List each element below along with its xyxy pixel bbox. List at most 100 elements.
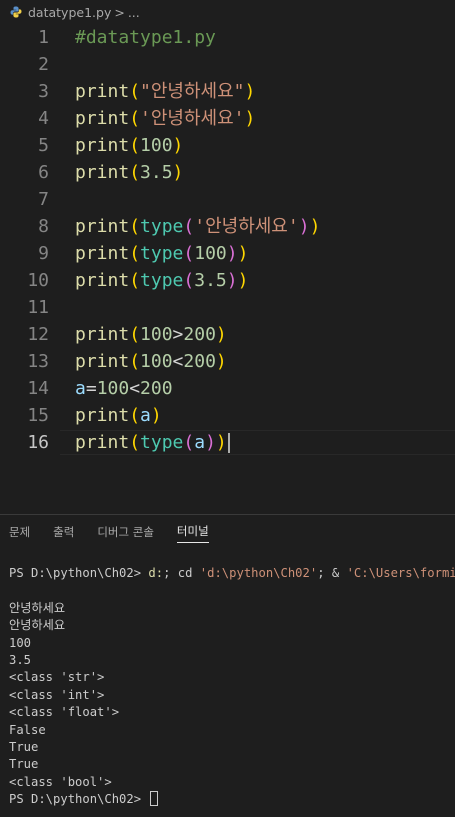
- terminal-command-path-2: 'C:\Users\formi\AppData: [346, 566, 455, 580]
- terminal-output-line: 안녕하세요: [9, 618, 66, 633]
- code-token: print: [75, 270, 130, 291]
- code-token: (: [129, 324, 141, 345]
- terminal-prompt: PS D:\python\Ch02>: [9, 566, 149, 580]
- code-token: type: [140, 243, 184, 264]
- code-token: ): [226, 270, 238, 291]
- terminal-output-line: <class 'int'>: [9, 687, 105, 702]
- terminal-final-prompt: PS D:\python\Ch02>: [9, 792, 149, 807]
- terminal-cursor: [150, 791, 159, 807]
- terminal-output-line: <class 'float'>: [9, 705, 120, 720]
- breadcrumb: datatype1.py > ...: [0, 0, 455, 24]
- code-token: 100: [140, 135, 173, 156]
- code-text: print("안녕하세요"): [75, 78, 255, 105]
- panel-tab-2[interactable]: 디버그 콘솔: [97, 524, 154, 543]
- code-line[interactable]: 10 print(type(3.5)): [0, 267, 455, 294]
- line-number: 5: [38, 135, 49, 156]
- code-token: (: [129, 270, 141, 291]
- code-token: ): [244, 108, 256, 129]
- code-line[interactable]: 3 print("안녕하세요"): [0, 78, 455, 105]
- code-token: (: [129, 81, 141, 102]
- code-line[interactable]: 13 print(100<200): [0, 348, 455, 375]
- panel-tab-3[interactable]: 터미널: [176, 523, 209, 543]
- code-line[interactable]: 2: [0, 51, 455, 78]
- code-token: ): [205, 432, 216, 453]
- code-line[interactable]: 12 print(100>200): [0, 321, 455, 348]
- code-line[interactable]: 4 print('안녕하세요'): [0, 105, 455, 132]
- code-token: print: [75, 324, 130, 345]
- code-text: #datatype1.py: [75, 24, 216, 51]
- code-token: (: [183, 270, 195, 291]
- code-token: '안녕하세요': [140, 108, 245, 129]
- terminal[interactable]: PS D:\python\Ch02> d:; cd 'd:\python\Ch0…: [9, 565, 455, 808]
- code-token: 200: [140, 378, 173, 399]
- line-number: 6: [38, 162, 49, 183]
- terminal-command-path: 'd:\python\Ch02': [199, 566, 318, 580]
- text-cursor: [227, 433, 230, 453]
- terminal-command-rest-1: ; cd: [163, 566, 200, 580]
- code-editor[interactable]: 1 #datatype1.py 2 3 print("안녕하세요") 4 print('안녕…: [0, 24, 455, 514]
- code-token: type: [140, 432, 184, 453]
- code-token: (: [129, 162, 141, 183]
- panel-tab-0[interactable]: 문제: [9, 524, 30, 543]
- code-line[interactable]: 11: [0, 294, 455, 321]
- line-number: 3: [38, 81, 49, 102]
- panel-tabs: 문제 출력 디버그 콘솔 터미널: [0, 516, 455, 550]
- code-token: 100: [96, 378, 130, 399]
- code-token: (: [129, 351, 141, 372]
- code-token: ): [215, 432, 227, 453]
- code-token: =: [85, 378, 97, 399]
- code-token: ): [237, 270, 249, 291]
- code-token: 3.5: [140, 162, 173, 183]
- code-token: 100: [194, 243, 227, 264]
- code-line[interactable]: 6 print(3.5): [0, 159, 455, 186]
- code-token: print: [75, 432, 130, 453]
- code-token: print: [75, 405, 130, 426]
- panel-divider: [0, 514, 455, 515]
- line-number: 15: [27, 405, 49, 426]
- terminal-output: 안녕하세요 안녕하세요 100 3.5 <class 'str'> <class 'int…: [9, 600, 455, 791]
- code-token: type: [140, 216, 184, 237]
- breadcrumb-separator: >: [114, 4, 125, 20]
- code-token: 200: [183, 324, 216, 345]
- code-token: '안녕하세요': [194, 216, 299, 237]
- code-token: ): [150, 405, 162, 426]
- line-number: 16: [27, 432, 49, 453]
- code-token: (: [129, 243, 141, 264]
- line-number: 8: [38, 216, 49, 237]
- code-token: (: [129, 216, 141, 237]
- code-line[interactable]: 1 #datatype1.py: [0, 24, 455, 51]
- code-token: print: [75, 135, 130, 156]
- code-token: (: [129, 432, 141, 453]
- code-text: print(100<200): [75, 348, 227, 375]
- terminal-output-line: 3.5: [9, 652, 32, 667]
- terminal-output-line: 100: [9, 635, 32, 650]
- code-text: print('안녕하세요'): [75, 105, 255, 132]
- code-token: ): [298, 216, 310, 237]
- terminal-output-line: <class 'bool'>: [9, 774, 112, 789]
- code-line[interactable]: 8 print(type('안녕하세요')): [0, 213, 455, 240]
- code-line[interactable]: 5 print(100): [0, 132, 455, 159]
- line-number: 9: [38, 243, 49, 264]
- code-token: ): [244, 81, 256, 102]
- code-line[interactable]: 16 print(type(a)): [0, 429, 455, 456]
- code-line[interactable]: 9 print(type(100)): [0, 240, 455, 267]
- code-token: print: [75, 351, 130, 372]
- line-number: 1: [38, 27, 49, 48]
- terminal-command-rest-2: ; &: [317, 566, 347, 580]
- line-number: 4: [38, 108, 49, 129]
- panel-tab-1[interactable]: 출력: [53, 524, 74, 543]
- code-token: ): [215, 324, 227, 345]
- code-text: print(a): [75, 402, 162, 429]
- code-token: print: [75, 108, 130, 129]
- code-line[interactable]: 15 print(a): [0, 402, 455, 429]
- python-file-icon: [10, 6, 22, 18]
- code-token: print: [75, 162, 130, 183]
- breadcrumb-file[interactable]: datatype1.py: [28, 5, 111, 20]
- code-token: (: [129, 405, 141, 426]
- breadcrumb-more[interactable]: ...: [128, 5, 140, 20]
- code-line[interactable]: 14 a=100<200: [0, 375, 455, 402]
- code-token: 200: [183, 351, 216, 372]
- code-line[interactable]: 7: [0, 186, 455, 213]
- code-token: ): [226, 243, 238, 264]
